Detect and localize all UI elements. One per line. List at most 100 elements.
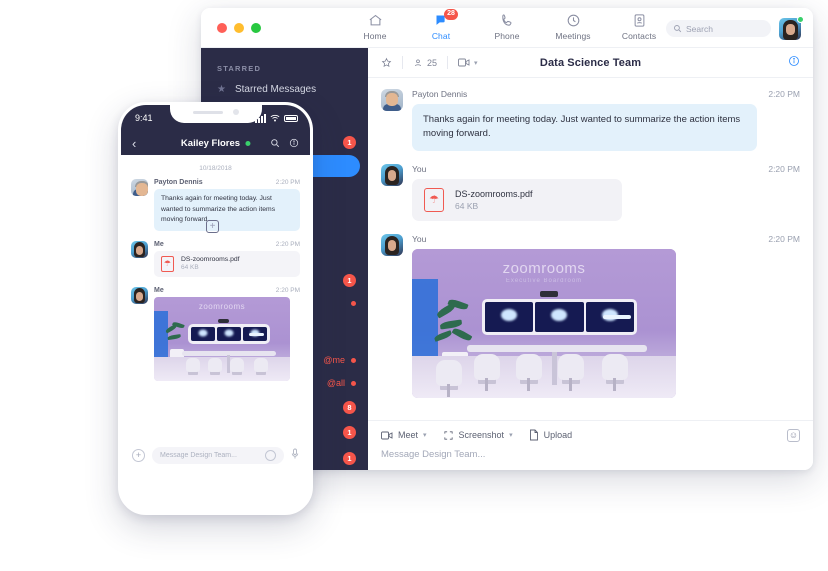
message-author: Payton Dennis [412,89,468,99]
wifi-icon [270,114,280,122]
upload-button[interactable]: Upload [529,429,573,441]
chat-unread-badge: 28 [444,9,458,20]
nav-item-home[interactable]: Home [352,12,398,41]
nav-label-phone: Phone [494,31,520,41]
message-author: Payton Dennis [154,179,203,186]
sidebar-section-starred: STARRED [217,64,262,73]
chevron-down-icon[interactable]: ▾ [509,431,513,439]
nav-label-chat: Chat [431,31,451,41]
phone-nav-actions [270,138,299,148]
member-count[interactable]: 25 [413,58,437,68]
input-placeholder: Message Design Team... [160,451,237,459]
avatar[interactable] [381,233,403,256]
message-composer: Meet ▾ Screenshot ▾ Upload Message Desig… [368,420,813,470]
avatar[interactable] [131,286,148,304]
search-icon [674,25,682,33]
search-input[interactable]: Search [666,20,771,37]
date-divider: 10/18/2018 [199,165,232,172]
file-attachment[interactable]: ☂ DS-zoomrooms.pdf 64 KB [412,178,622,221]
composer-toolbar: Meet ▾ Screenshot ▾ Upload [381,429,800,441]
message-text: Thanks again for meeting today. Just wan… [412,104,757,151]
search-icon[interactable] [270,138,280,148]
pdf-icon: ☂ [161,255,174,272]
clock-icon [566,12,581,29]
message-time: 2:20 PM [275,240,300,248]
search-placeholder: Search [686,23,713,34]
video-icon [381,431,393,439]
back-icon[interactable]: ‹ [132,136,136,151]
microphone-icon[interactable] [291,448,299,463]
avatar[interactable] [131,240,148,258]
close-window-button[interactable] [217,22,227,33]
sidebar-badge: 1 [343,425,356,439]
phone-contact-title: Kailey Flores [181,138,251,149]
chevron-down-icon[interactable]: ▾ [423,431,427,439]
avatar[interactable] [381,89,403,111]
avatar[interactable] [131,179,148,196]
status-time: 9:41 [135,113,153,123]
message-input[interactable]: Message Design Team... [381,449,800,460]
minimize-window-button[interactable] [234,22,244,33]
message-author: You [412,163,427,174]
nav-item-meetings[interactable]: Meetings [550,12,596,41]
mention-me: @me [323,355,356,365]
message-time: 2:20 PM [275,286,300,294]
nav-label-meetings: Meetings [555,31,591,41]
contacts-icon [632,12,647,29]
window-controls[interactable] [201,22,261,33]
home-icon [368,12,383,29]
message-author: You [412,233,427,244]
avatar[interactable] [381,163,403,186]
unread-dot [351,300,356,306]
message-list: Payton Dennis 2:20 PM Thanks again for m… [368,78,813,420]
star-icon: ★ [217,83,226,95]
screenshot-button[interactable]: Screenshot ▾ [443,430,513,441]
sidebar-item-label: Starred Messages [234,83,317,95]
add-attachment-icon[interactable]: + [132,448,145,462]
emoji-icon[interactable] [265,449,276,461]
plus-icon[interactable]: + [206,219,219,233]
chat-header: 25 ▾ Data Science Team [368,48,813,78]
window-titlebar: Home 28 Chat Phone Meetings Contacts Sea… [201,8,813,48]
image-attachment[interactable]: zoomrooms [154,296,290,381]
phone-nav-bar: ‹ Kailey Flores [121,131,310,155]
zoom-rooms-caption: zoomrooms Executive Boardroom [502,259,586,284]
info-icon[interactable] [289,138,299,148]
message-author: Me [154,240,164,248]
phone-message-input[interactable]: Message Design Team... [152,446,284,464]
zoom-mobile-mockup: 9:41 ‹ Kailey Flores 10/18/2018 Payton D… [118,102,313,515]
phone-notch [169,105,262,123]
file-attachment[interactable]: ☂ DS-zoomrooms.pdf 64 KB [154,250,300,277]
sidebar-badge: 1 [343,273,356,287]
sidebar-badge: 1 [343,451,356,465]
upload-label: Upload [543,430,573,440]
image-attachment[interactable]: zoomrooms Executive Boardroom [412,248,676,398]
chevron-down-icon: ▾ [474,59,478,67]
divider [402,56,403,69]
file-size: 64 KB [455,200,479,211]
message-item: You 2:20 PM zoomrooms Executive Boardroo… [381,233,800,398]
chat-pane: 25 ▾ Data Science Team Payton Dennis 2:2… [368,48,813,470]
online-status-dot [245,140,251,146]
nav-label-home: Home [363,31,387,41]
nav-item-chat[interactable]: 28 Chat [418,9,464,41]
video-dropdown[interactable]: ▾ [458,58,478,67]
sidebar-badge: 1 [343,135,356,149]
front-camera [232,109,239,115]
star-outline-icon[interactable] [381,57,392,68]
nav-label-contacts: Contacts [621,31,657,41]
emoji-icon[interactable]: ☺ [787,429,800,442]
info-icon[interactable] [788,54,800,72]
status-indicators [255,113,298,123]
nav-item-contacts[interactable]: Contacts [616,12,662,41]
maximize-window-button[interactable] [251,22,261,33]
meet-button[interactable]: Meet ▾ [381,430,427,440]
phone-icon [500,12,515,29]
phone-message-list: 10/18/2018 Payton Dennis 2:20 PM Thanks … [121,155,310,476]
file-icon [529,429,538,441]
nav-item-phone[interactable]: Phone [484,12,530,41]
sidebar-item-starred-messages[interactable]: ★ Starred Messages [201,77,368,101]
screenshot-root: Home 28 Chat Phone Meetings Contacts Sea… [0,0,828,571]
message-time: 2:20 PM [768,163,800,174]
screenshot-icon [443,430,453,440]
